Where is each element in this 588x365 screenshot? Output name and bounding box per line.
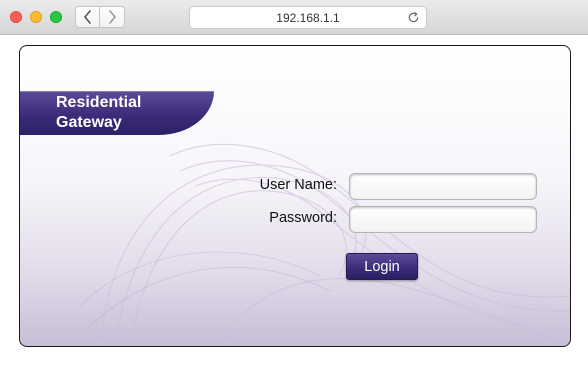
back-button[interactable] xyxy=(75,6,100,28)
password-input[interactable] xyxy=(349,206,537,233)
brand-title: Residential Gateway xyxy=(56,94,142,131)
login-page: Residential Gateway User Name: Password:… xyxy=(19,45,571,347)
browser-toolbar: 192.168.1.1 xyxy=(0,0,588,35)
username-label: User Name: xyxy=(259,177,337,193)
forward-arrow-icon xyxy=(108,10,116,24)
minimize-window-button[interactable] xyxy=(30,11,42,23)
address-bar[interactable]: 192.168.1.1 xyxy=(189,6,427,29)
password-label: Password: xyxy=(269,210,337,226)
forward-button[interactable] xyxy=(100,6,125,28)
login-button[interactable]: Login xyxy=(346,253,418,280)
username-input[interactable] xyxy=(349,173,537,200)
reload-icon[interactable] xyxy=(407,11,420,24)
zoom-window-button[interactable] xyxy=(50,11,62,23)
back-arrow-icon xyxy=(84,10,91,24)
close-window-button[interactable] xyxy=(10,11,22,23)
url-text: 192.168.1.1 xyxy=(276,11,340,25)
